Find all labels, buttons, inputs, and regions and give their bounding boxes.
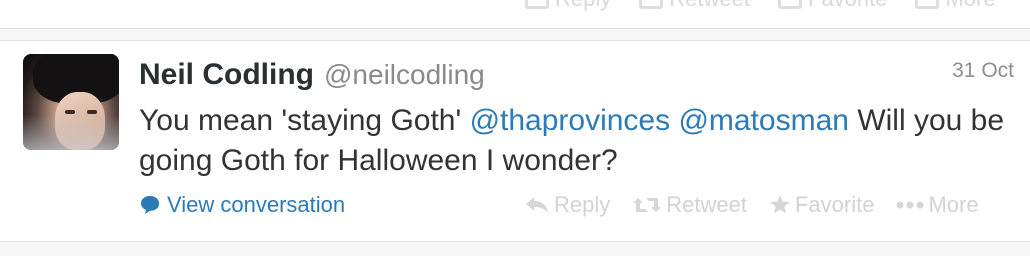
prev-favorite-label: Favorite <box>808 0 887 12</box>
prev-reply-label: Reply <box>555 0 611 12</box>
avatar[interactable] <box>23 54 119 150</box>
prev-more-label: More <box>945 0 995 12</box>
reply-icon <box>526 197 548 213</box>
mention-link[interactable]: @matosman <box>678 104 849 137</box>
prev-retweet-button[interactable]: Retweet <box>639 0 750 12</box>
timeline-gap <box>0 29 1030 40</box>
view-conversation-link[interactable]: View conversation <box>139 192 345 218</box>
favorite-button[interactable]: Favorite <box>769 192 874 218</box>
more-icon <box>915 0 940 9</box>
reply-icon <box>525 0 549 9</box>
more-button[interactable]: More <box>896 192 979 218</box>
tweet-card[interactable]: Neil Codling @neilcodling 31 Oct You mea… <box>0 40 1030 242</box>
star-icon <box>770 195 790 214</box>
timeline-gap <box>0 242 1030 256</box>
tweet-actions: Reply Retweet Favorite More <box>524 192 979 218</box>
author-name[interactable]: Neil Codling <box>139 58 314 92</box>
prev-retweet-label: Retweet <box>669 0 750 12</box>
prev-reply-button[interactable]: Reply <box>525 0 611 12</box>
reply-label: Reply <box>554 192 611 217</box>
tweet-text: You mean 'staying Goth' @thaprovinces @m… <box>139 101 1019 181</box>
star-icon <box>777 0 802 9</box>
tweet-header: Neil Codling @neilcodling <box>139 58 485 92</box>
reply-button[interactable]: Reply <box>524 192 610 218</box>
tweet-timestamp[interactable]: 31 Oct <box>952 59 1014 83</box>
speech-bubble-icon <box>141 196 159 214</box>
mention-link[interactable]: @thaprovinces <box>470 104 671 137</box>
retweet-icon <box>639 0 664 9</box>
more-label: More <box>928 192 979 217</box>
tweet-footer: View conversation Reply Retweet Favorite… <box>139 190 1019 222</box>
more-icon <box>896 201 924 209</box>
prev-more-button[interactable]: More <box>915 0 996 12</box>
author-handle[interactable]: @neilcodling <box>324 59 485 91</box>
tweet-text-part: You mean 'staying Goth' <box>139 104 470 137</box>
previous-tweet-actions: Reply Retweet Favorite More <box>525 0 996 12</box>
view-conversation-label: View conversation <box>167 192 346 217</box>
prev-favorite-button[interactable]: Favorite <box>777 0 887 12</box>
favorite-label: Favorite <box>794 192 875 217</box>
previous-tweet-remnant: Reply Retweet Favorite More <box>0 0 1030 29</box>
retweet-label: Retweet <box>666 192 747 217</box>
retweet-button[interactable]: Retweet <box>632 192 747 218</box>
retweet-icon <box>633 198 662 212</box>
